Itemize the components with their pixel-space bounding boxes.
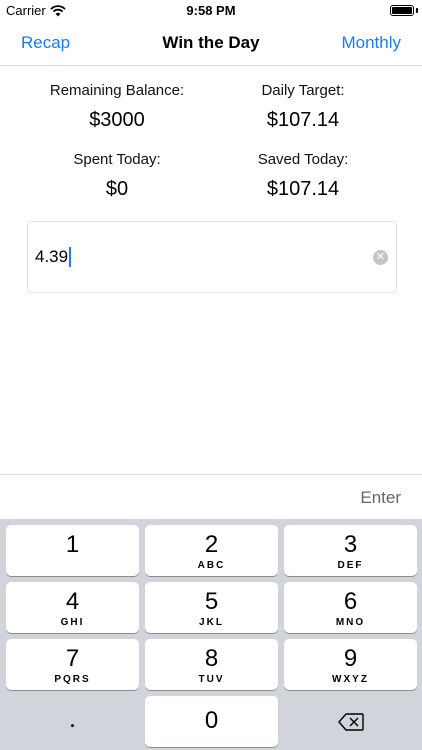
saved-today-label: Saved Today: [257, 151, 349, 168]
daily-target-stat: Daily Target: $107.14 [203, 82, 403, 132]
key-5[interactable]: 5 JKL [145, 582, 278, 633]
key-2[interactable]: 2 ABC [145, 525, 278, 576]
key-letters: GHI [60, 617, 85, 628]
key-digit: 0 [204, 707, 219, 734]
spent-today-stat: Spent Today: $0 [17, 151, 217, 201]
key-1[interactable]: 1 [6, 525, 139, 576]
monthly-button[interactable]: Monthly [341, 33, 401, 53]
key-letters: PQRS [54, 674, 91, 685]
text-caret [69, 247, 72, 267]
saved-today-stat: Saved Today: $107.14 [203, 151, 403, 201]
key-0[interactable]: 0 [145, 696, 278, 747]
key-decimal[interactable]: . [6, 696, 139, 747]
key-digit: 2 [204, 531, 219, 558]
key-letters: MNO [335, 617, 366, 628]
key-digit: 8 [204, 645, 219, 672]
key-3[interactable]: 3 DEF [284, 525, 417, 576]
daily-target-label: Daily Target: [261, 82, 345, 99]
key-letters: WXYZ [332, 674, 369, 685]
spent-today-value: $0 [105, 178, 129, 200]
status-bar: Carrier 9:58 PM [0, 0, 422, 22]
saved-today-value: $107.14 [266, 178, 340, 200]
key-digit: 7 [65, 645, 80, 672]
key-digit: 5 [204, 588, 219, 615]
recap-button[interactable]: Recap [21, 33, 70, 53]
key-digit: 6 [343, 588, 358, 615]
key-digit: 9 [343, 645, 358, 672]
backspace-button[interactable] [284, 696, 417, 747]
daily-target-value: $107.14 [266, 109, 340, 131]
navigation-bar: Recap Win the Day Monthly [0, 22, 422, 66]
backspace-icon [337, 713, 364, 731]
amount-input-text[interactable]: 4.39 [35, 247, 72, 267]
key-digit: 1 [65, 531, 80, 558]
remaining-balance-stat: Remaining Balance: $3000 [17, 82, 217, 132]
key-7[interactable]: 7 PQRS [6, 639, 139, 690]
status-time: 9:58 PM [186, 3, 236, 18]
key-letters: TUV [198, 674, 225, 685]
amount-input-value: 4.39 [35, 247, 69, 266]
key-digit: 3 [343, 531, 358, 558]
key-8[interactable]: 8 TUV [145, 639, 278, 690]
key-digit: 4 [65, 588, 80, 615]
remaining-balance-label: Remaining Balance: [49, 82, 185, 99]
numeric-keypad: 1 2 ABC 3 DEF 4 GHI 5 JKL 6 MNO 7 PQRS 8… [0, 519, 422, 750]
amount-input[interactable]: 4.39 ✕ [27, 221, 397, 293]
battery-icon [390, 5, 414, 16]
keyboard-accessory-bar: Enter [0, 474, 422, 519]
enter-button[interactable]: Enter [360, 488, 401, 508]
key-4[interactable]: 4 GHI [6, 582, 139, 633]
clear-icon[interactable]: ✕ [373, 250, 388, 265]
key-letters: ABC [197, 560, 226, 571]
key-letters: JKL [199, 617, 224, 628]
key-digit: . [68, 703, 77, 733]
key-9[interactable]: 9 WXYZ [284, 639, 417, 690]
key-letters: DEF [337, 560, 364, 571]
key-6[interactable]: 6 MNO [284, 582, 417, 633]
spent-today-label: Spent Today: [73, 151, 161, 168]
battery-tip [416, 8, 418, 13]
remaining-balance-value: $3000 [89, 109, 145, 131]
